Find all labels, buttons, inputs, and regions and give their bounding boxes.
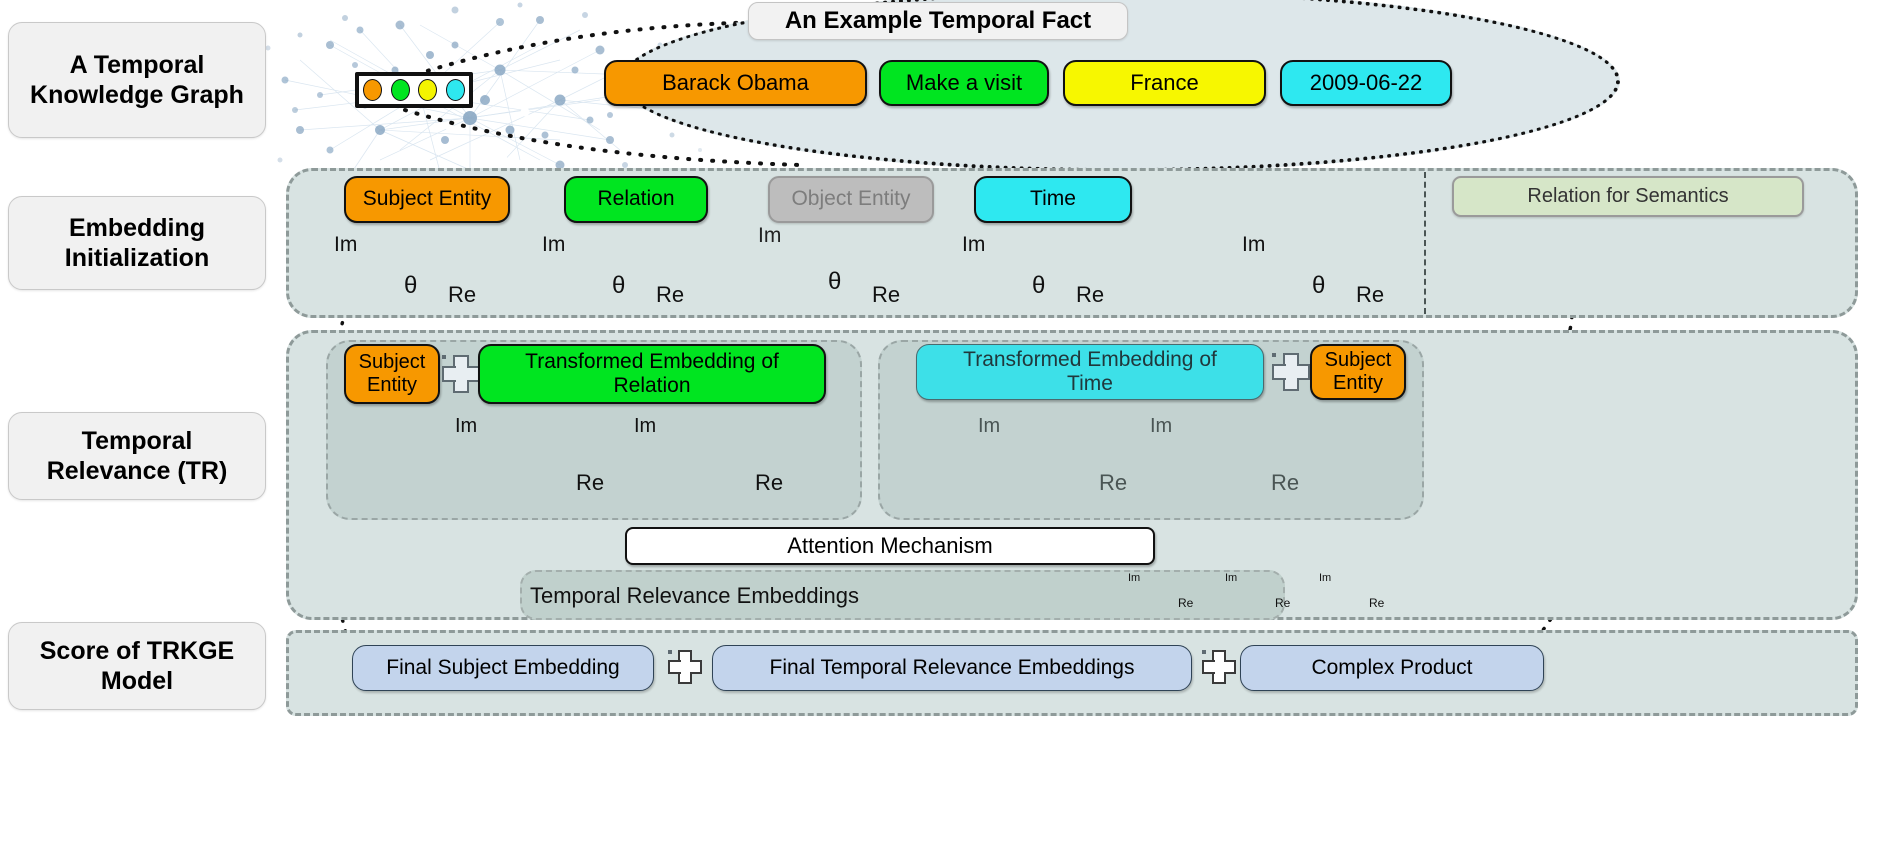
embedding-init-divider xyxy=(1424,172,1426,314)
tr-plot-3-re-label: Re xyxy=(1099,470,1128,495)
tr-left-transformed-relation-label: Transformed Embedding of Relation xyxy=(525,349,779,397)
score-box-complex-product[interactable]: Complex Product xyxy=(1240,645,1544,691)
mini-plot-green-re-label: Re xyxy=(1275,596,1291,610)
tr-plot-3-im-label: Im xyxy=(978,415,1001,437)
embed-plot-5-theta-label: θ xyxy=(1312,272,1326,299)
stage-label-embedding-init-text: Embedding Initialization xyxy=(64,213,210,273)
embed-plot-3-theta-label: θ xyxy=(828,268,842,295)
score-box-final-subject-embedding[interactable]: Final Subject Embedding xyxy=(352,645,654,691)
embed-plot-5-re-label: Re xyxy=(1356,282,1385,307)
embed-box-relation[interactable]: Relation xyxy=(564,176,708,223)
fact-chip-relation-label: Make a visit xyxy=(905,70,1023,96)
tr-left-subject-entity-label: Subject Entity xyxy=(358,351,426,396)
embed-plot-1-theta-label: θ xyxy=(404,272,418,299)
embed-plot-3-im-label: Im xyxy=(758,224,782,247)
embed-plot-2-im-label: Im xyxy=(542,233,566,256)
kg-highlight-strip xyxy=(355,72,473,108)
tr-left-subject-entity[interactable]: Subject Entity xyxy=(344,344,440,404)
embed-plot-4-im-label: Im xyxy=(962,233,986,256)
score-box-final-subject-embedding-label: Final Subject Embedding xyxy=(386,655,620,679)
embed-plot-3-re-label: Re xyxy=(872,282,901,307)
kg-node-subject xyxy=(363,79,383,101)
tr-right-subject-entity[interactable]: Subject Entity xyxy=(1310,344,1406,400)
kg-node-relation xyxy=(390,79,410,101)
fact-chip-time[interactable]: 2009-06-22 xyxy=(1280,60,1452,106)
stage-label-score: Score of TRKGE Model xyxy=(8,622,266,710)
mini-plot-cyan-im-label: Im xyxy=(1319,572,1332,584)
tr-plot-4-im-label: Im xyxy=(1150,415,1173,437)
embed-box-subject-entity-label: Subject Entity xyxy=(362,187,492,211)
mini-plot-orange-im-label: Im xyxy=(1128,572,1141,584)
score-box-complex-product-label: Complex Product xyxy=(1311,655,1473,679)
example-fact-title: An Example Temporal Fact xyxy=(748,2,1128,40)
tr-plot-1-re-label: Re xyxy=(576,470,605,495)
tr-left-transformed-relation[interactable]: Transformed Embedding of Relation xyxy=(478,344,826,404)
fact-chip-time-label: 2009-06-22 xyxy=(1309,70,1423,96)
tr-plot-2-re-label: Re xyxy=(755,470,784,495)
embed-plot-1-re-label: Re xyxy=(448,282,477,307)
fact-chip-subject[interactable]: Barack Obama xyxy=(604,60,867,106)
example-fact-title-text: An Example Temporal Fact xyxy=(784,7,1092,34)
mini-plot-green-im-label: Im xyxy=(1225,572,1238,584)
embed-box-time-label: Time xyxy=(1030,187,1076,211)
tr-right-transformed-time-label: Transformed Embedding of Time xyxy=(963,347,1217,395)
fact-chip-object-label: France xyxy=(1130,70,1199,96)
embed-box-subject-entity[interactable]: Subject Entity xyxy=(344,176,510,223)
tr-plot-4-re-label: Re xyxy=(1271,470,1300,495)
tr-plot-1-im-label: Im xyxy=(455,415,478,437)
score-box-final-tr-embeddings-label: Final Temporal Relevance Embeddings xyxy=(769,655,1135,679)
embed-box-time[interactable]: Time xyxy=(974,176,1132,223)
embed-plot-2-theta-label: θ xyxy=(612,272,626,299)
stage-label-score-text: Score of TRKGE Model xyxy=(39,636,235,696)
tr-right-transformed-time[interactable]: Transformed Embedding of Time xyxy=(916,344,1264,400)
tr-right-subject-entity-label: Subject Entity xyxy=(1324,349,1392,394)
fact-chip-subject-label: Barack Obama xyxy=(662,70,809,96)
embed-plot-4-theta-label: θ xyxy=(1032,272,1046,299)
tr-plot-2-im-label: Im xyxy=(634,415,657,437)
kg-node-time xyxy=(445,79,465,101)
embed-box-relation-semantics[interactable]: Relation for Semantics xyxy=(1452,176,1804,217)
stage-label-tr: Temporal Relevance (TR) xyxy=(8,412,266,500)
stage-label-tkg-text: A Temporal Knowledge Graph xyxy=(30,50,244,110)
fact-chip-relation[interactable]: Make a visit xyxy=(879,60,1049,106)
attention-mechanism-label: Attention Mechanism xyxy=(787,533,993,559)
embed-plot-2-re-label: Re xyxy=(656,282,685,307)
embed-box-relation-label: Relation xyxy=(597,187,675,211)
mini-plot-cyan-re-label: Re xyxy=(1369,596,1385,610)
embed-plot-4-re-label: Re xyxy=(1076,282,1105,307)
score-plus-icon-2 xyxy=(1202,650,1236,684)
stage-label-tkg: A Temporal Knowledge Graph xyxy=(8,22,266,138)
mini-plot-orange-re-label: Re xyxy=(1178,596,1194,610)
stage-label-embedding-init: Embedding Initialization xyxy=(8,196,266,290)
score-plus-icon-1 xyxy=(668,650,702,684)
fact-chip-object[interactable]: France xyxy=(1063,60,1266,106)
embed-box-object-entity[interactable]: Object Entity xyxy=(768,176,934,223)
tr-right-plus-icon xyxy=(1272,353,1310,391)
stage-label-tr-text: Temporal Relevance (TR) xyxy=(46,426,228,486)
attention-mechanism-box[interactable]: Attention Mechanism xyxy=(625,527,1155,565)
tr-left-plus-icon xyxy=(442,355,480,393)
score-box-final-tr-embeddings[interactable]: Final Temporal Relevance Embeddings xyxy=(712,645,1192,691)
kg-node-object xyxy=(418,79,438,101)
embed-box-object-entity-label: Object Entity xyxy=(791,187,911,211)
tr-embeddings-label: Temporal Relevance Embeddings xyxy=(530,583,859,608)
embed-plot-1-im-label: Im xyxy=(334,233,358,256)
figure-canvas: A Temporal Knowledge Graph Embedding Ini… xyxy=(0,0,1890,859)
embed-box-relation-semantics-label: Relation for Semantics xyxy=(1527,185,1729,207)
embed-plot-5-im-label: Im xyxy=(1242,233,1266,256)
